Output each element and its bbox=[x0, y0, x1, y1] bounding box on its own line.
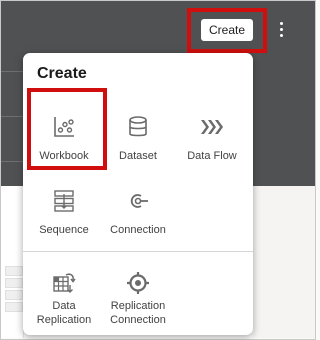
menu-item-sequence[interactable]: Sequence bbox=[26, 189, 102, 237]
data-flow-icon bbox=[201, 120, 223, 134]
menu-item-label: Connection bbox=[110, 224, 166, 236]
create-button-highlight bbox=[187, 8, 267, 53]
create-menu-title: Create bbox=[37, 65, 87, 82]
menu-divider bbox=[23, 251, 253, 252]
menu-item-dataset[interactable]: Dataset bbox=[100, 115, 176, 163]
workbook-highlight bbox=[27, 88, 107, 170]
data-replication-icon bbox=[53, 273, 76, 293]
background-content bbox=[253, 186, 315, 338]
menu-item-data-replication[interactable]: Data Replication bbox=[26, 271, 102, 329]
dataset-icon bbox=[129, 116, 147, 137]
menu-item-replication-connection[interactable]: Replication Connection bbox=[100, 271, 176, 329]
menu-item-data-flow[interactable]: Data Flow bbox=[174, 115, 250, 163]
connection-icon bbox=[130, 194, 148, 208]
background-thumbnail bbox=[5, 278, 23, 288]
menu-item-label: Data Flow bbox=[187, 150, 237, 162]
background-thumbnail bbox=[5, 266, 23, 276]
menu-item-label: Replication Connection bbox=[110, 300, 166, 326]
background-row-divider bbox=[1, 161, 23, 162]
menu-item-label: Data Replication bbox=[36, 300, 92, 326]
background-row-divider bbox=[1, 71, 23, 72]
replication-connection-icon bbox=[127, 272, 149, 294]
background-content-strip bbox=[1, 186, 24, 338]
menu-item-label: Dataset bbox=[119, 150, 157, 162]
background-thumbnail bbox=[5, 290, 23, 300]
more-options-icon[interactable] bbox=[276, 19, 288, 41]
background-row-divider bbox=[1, 116, 23, 117]
background-thumbnail bbox=[5, 302, 23, 312]
menu-item-connection[interactable]: Connection bbox=[100, 189, 176, 237]
menu-item-label: Sequence bbox=[39, 224, 89, 236]
sequence-icon bbox=[54, 190, 74, 212]
